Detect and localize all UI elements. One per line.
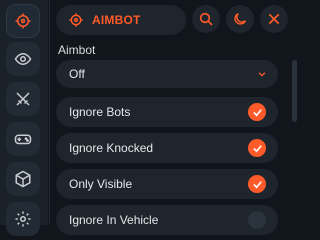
checkmark-icon [252,180,262,188]
checkmark-icon [252,108,262,116]
search-button[interactable] [192,5,220,33]
search-icon [199,12,213,26]
option-ignore-bots[interactable]: Ignore Bots [56,97,278,127]
checkbox-only-visible[interactable] [248,175,266,193]
option-ignore-knocked[interactable]: Ignore Knocked [56,133,278,163]
scrollbar[interactable] [292,60,297,122]
gear-icon [15,211,31,227]
sidebar-item-misc[interactable] [6,122,40,156]
aimbot-mode-value: Off [69,67,85,81]
close-button[interactable] [260,5,288,33]
sidebar-divider [49,0,50,225]
option-label: Ignore Knocked [69,141,154,155]
eye-icon [14,52,32,66]
package-icon [15,170,31,188]
checkbox-ignore-in-vehicle[interactable] [248,211,266,229]
sidebar-item-visuals[interactable] [6,42,40,76]
aimbot-mode-select[interactable]: Off [56,60,278,88]
option-ignore-in-vehicle[interactable]: Ignore In Vehicle [56,205,278,235]
option-label: Ignore In Vehicle [69,213,159,227]
section-title-pill: AIMBOT [56,5,186,35]
sidebar-item-combat[interactable] [6,82,40,116]
option-label: Ignore Bots [69,105,131,119]
sidebar-item-aimbot[interactable] [6,4,40,38]
page-title: AIMBOT [92,13,141,27]
sidebar-item-settings[interactable] [6,202,40,236]
aimbot-section-label: Aimbot [58,43,96,57]
option-only-visible[interactable]: Only Visible [56,169,278,199]
theme-toggle-button[interactable] [226,5,254,33]
sidebar-item-items[interactable] [6,162,40,196]
crosshair-icon [15,13,31,29]
chevron-down-icon [258,72,266,77]
sidebar [0,0,48,236]
checkmark-icon [252,144,262,152]
close-icon [268,13,280,25]
moon-icon [234,12,247,25]
checkbox-ignore-knocked[interactable] [248,139,266,157]
gamepad-icon [14,134,32,145]
option-label: Only Visible [69,177,133,191]
swords-icon [16,92,30,106]
crosshair-icon [69,13,83,27]
checkbox-ignore-bots[interactable] [248,103,266,121]
